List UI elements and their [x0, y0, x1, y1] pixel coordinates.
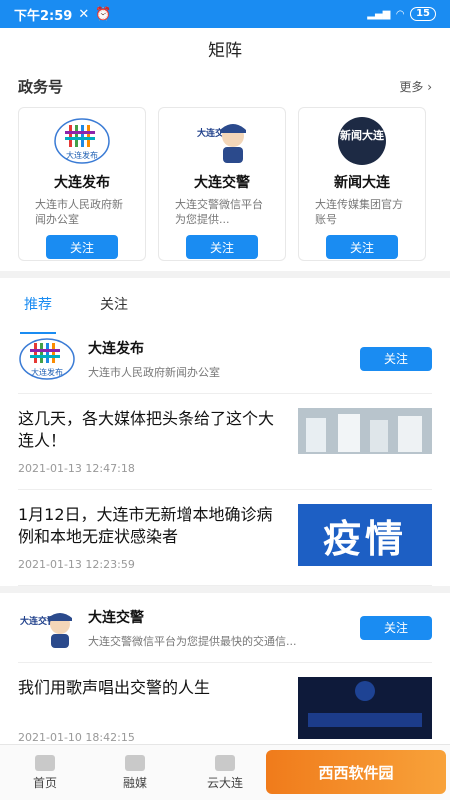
nav-label: 融媒	[122, 775, 147, 790]
mute-icon: ✕	[78, 6, 90, 22]
home-icon	[35, 754, 55, 771]
news-dalian-logo: 新闻大连	[331, 116, 393, 166]
article-item[interactable]: 这几天，各大媒体把头条给了这个大连人！ 2021-01-13 12:47:18	[18, 394, 432, 490]
nav-cloud-dalian[interactable]: 云大连	[180, 745, 270, 800]
avatar-logo-text: 大连发布	[31, 367, 63, 377]
news-dalian-logo-text: 新闻大连	[340, 128, 385, 142]
account-name: 大连交警	[88, 609, 144, 626]
gov-card-desc: 大连传媒集团官方账号	[315, 198, 403, 226]
account-row-dalian-release[interactable]: 大连发布 大连发布 大连市人民政府新闻办公室 关注	[18, 324, 432, 394]
status-time: 下午2:59	[14, 8, 73, 24]
follow-button[interactable]: 关注	[326, 235, 398, 259]
gov-section-title: 政务号	[18, 78, 64, 96]
dalian-traffic-logo: 大连交警	[191, 116, 253, 166]
follow-button[interactable]: 关注	[360, 615, 432, 640]
nav-media[interactable]: 融媒	[90, 745, 180, 800]
dalian-release-logo: 大连发布	[51, 116, 113, 166]
battery-indicator: 15	[410, 7, 436, 21]
gov-card-name: 大连交警	[194, 175, 250, 191]
gov-card-desc: 大连交警微信平台为您提供...	[175, 198, 263, 226]
watermark: 西西软件园	[266, 750, 446, 794]
article-title: 这几天，各大媒体把头条给了这个大连人！	[18, 409, 275, 450]
tab-following[interactable]: 关注	[100, 294, 128, 324]
avatar: 大连发布	[18, 335, 76, 383]
gov-card-desc: 大连市人民政府新闻办公室	[35, 198, 123, 226]
section-divider	[0, 586, 450, 593]
feed-tabs: 推荐 关注	[0, 278, 450, 334]
nav-label: 首页	[32, 775, 57, 790]
nav-label: 云大连	[206, 775, 243, 790]
nav-home[interactable]: 首页	[0, 745, 90, 800]
gov-card-name: 大连发布	[54, 175, 110, 191]
gov-card-name: 新闻大连	[334, 175, 390, 191]
thumbnail-text: 疫情	[322, 516, 407, 561]
gov-card-dalian-traffic[interactable]: 大连交警 大连交警 大连交警微信平台为您提供... 关注	[158, 107, 286, 261]
alarm-icon: ⏰	[95, 6, 112, 22]
follow-button[interactable]: 关注	[186, 235, 258, 259]
account-desc: 大连交警微信平台为您提供最快的交通信...	[88, 634, 297, 648]
signal-icon: ▂▄▆	[367, 8, 391, 20]
gov-card-list: 大连发布 大连发布 大连市人民政府新闻办公室 关注 大连交警 大连交警 大连交警…	[0, 103, 450, 271]
avatar: 大连交警	[18, 604, 76, 652]
account-name: 大连发布	[88, 340, 144, 357]
follow-button[interactable]: 关注	[46, 235, 118, 259]
gov-card-news-dalian[interactable]: 新闻大连 新闻大连 大连传媒集团官方账号 关注	[298, 107, 426, 261]
more-label[interactable]: 更多	[399, 80, 423, 94]
account-row-dalian-traffic[interactable]: 大连交警 大连交警 大连交警微信平台为您提供最快的交通信... 关注	[18, 593, 432, 663]
article-item[interactable]: 1月12日，大连市无新增本地确诊病例和本地无症状感染者 2021-01-13 1…	[18, 490, 432, 586]
article-title: 1月12日，大连市无新增本地确诊病例和本地无症状感染者	[18, 505, 273, 546]
status-bar: 下午2:59 ✕ ⏰ ▂▄▆ ◠ 15	[0, 0, 450, 28]
article-thumbnail	[298, 408, 432, 470]
gov-card-dalian-release[interactable]: 大连发布 大连发布 大连市人民政府新闻办公室 关注	[18, 107, 146, 261]
tab-recommend[interactable]: 推荐	[20, 294, 56, 334]
follow-button[interactable]: 关注	[360, 346, 432, 371]
gov-section-header: 政务号 更多 ›	[0, 68, 450, 103]
article-time: 2021-01-13 12:23:59	[18, 558, 135, 571]
play-icon	[125, 754, 145, 771]
article-time: 2021-01-10 18:42:15	[18, 731, 135, 744]
wifi-icon: ◠	[396, 8, 405, 20]
article-title: 我们用歌声唱出交警的人生	[18, 678, 211, 697]
cup-icon	[215, 754, 235, 771]
article-thumbnail: 疫情	[298, 504, 432, 566]
section-divider	[0, 271, 450, 278]
page-title: 矩阵	[208, 40, 242, 61]
dalian-release-logo-text: 大连发布	[66, 150, 98, 160]
more-link[interactable]: 更多 ›	[399, 78, 432, 95]
account-desc: 大连市人民政府新闻办公室	[88, 365, 220, 379]
article-time: 2021-01-13 12:47:18	[18, 462, 135, 475]
article-thumbnail	[298, 677, 432, 739]
